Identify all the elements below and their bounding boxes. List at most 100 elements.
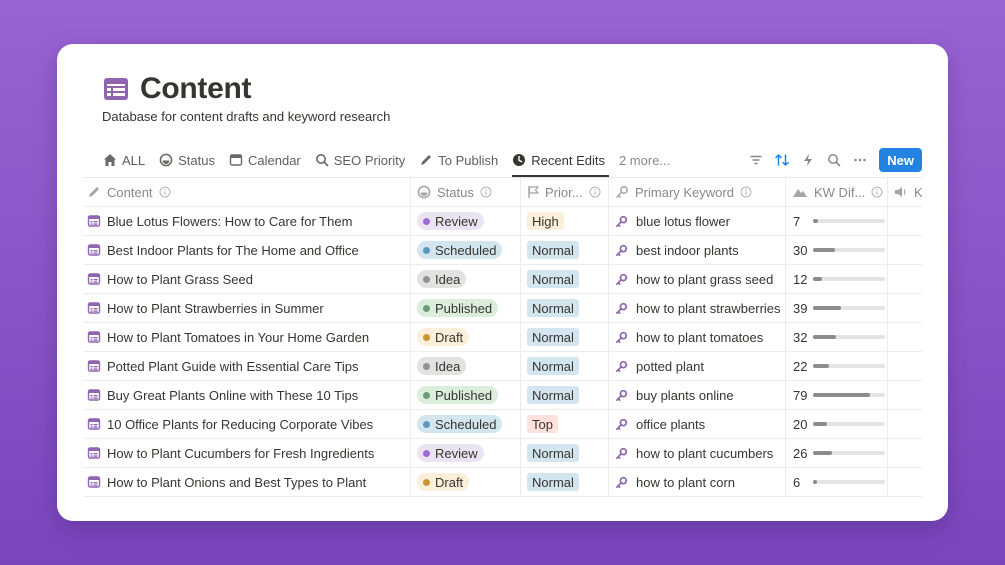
tab-calendar[interactable]: Calendar — [229, 145, 301, 175]
column-label: Content — [107, 184, 153, 200]
keyword-cell[interactable]: buy plants online — [609, 381, 786, 409]
kw-difficulty-cell[interactable]: 32 — [786, 323, 888, 351]
status-cell[interactable]: Draft — [411, 468, 521, 496]
table-row[interactable]: How to Plant Grass Seed Idea Normal how to … — [84, 265, 922, 294]
extra-cell[interactable] — [888, 352, 922, 380]
keyword-cell[interactable]: how to plant cucumbers — [609, 439, 786, 467]
keyword-cell[interactable]: potted plant — [609, 352, 786, 380]
column-header-status[interactable]: Status — [411, 178, 521, 206]
keyword-cell[interactable]: how to plant strawberries — [609, 294, 786, 322]
status-cell[interactable]: Published — [411, 294, 521, 322]
priority-cell[interactable]: Normal — [521, 439, 609, 467]
table-row[interactable]: How to Plant Tomatoes in Your Home Garde… — [84, 323, 922, 352]
priority-cell[interactable]: Normal — [521, 236, 609, 264]
status-cell[interactable]: Idea — [411, 352, 521, 380]
table-row[interactable]: How to Plant Onions and Best Types to Pl… — [84, 468, 922, 497]
more-views-button[interactable]: 2 more... — [619, 145, 670, 175]
extra-cell[interactable] — [888, 439, 922, 467]
new-button[interactable]: New — [879, 148, 922, 172]
page-header: Content — [102, 72, 252, 106]
kw-difficulty-cell[interactable]: 39 — [786, 294, 888, 322]
column-header-extra[interactable]: K — [888, 178, 922, 206]
extra-cell[interactable] — [888, 207, 922, 235]
extra-cell[interactable] — [888, 294, 922, 322]
status-cell[interactable]: Scheduled — [411, 410, 521, 438]
content-cell[interactable]: Potted Plant Guide with Essential Care T… — [84, 352, 411, 380]
more-options-button[interactable] — [847, 147, 873, 173]
content-cell[interactable]: Best Indoor Plants for The Home and Offi… — [84, 236, 411, 264]
extra-cell[interactable] — [888, 323, 922, 351]
content-cell[interactable]: 10 Office Plants for Reducing Corporate … — [84, 410, 411, 438]
keyword-cell[interactable]: how to plant grass seed — [609, 265, 786, 293]
priority-cell[interactable]: Normal — [521, 381, 609, 409]
table-row[interactable]: Potted Plant Guide with Essential Care T… — [84, 352, 922, 381]
flag-icon — [528, 186, 539, 198]
kw-difficulty-cell[interactable]: 7 — [786, 207, 888, 235]
priority-cell[interactable]: Normal — [521, 352, 609, 380]
info-icon — [159, 186, 171, 198]
keyword-text: how to plant grass seed — [636, 271, 774, 287]
tab-all[interactable]: ALL — [103, 145, 145, 175]
tab-recent-edits[interactable]: Recent Edits — [512, 145, 609, 177]
priority-cell[interactable]: Normal — [521, 323, 609, 351]
keyword-cell[interactable]: how to plant tomatoes — [609, 323, 786, 351]
priority-cell[interactable]: Top — [521, 410, 609, 438]
table-row[interactable]: Buy Great Plants Online with These 10 Ti… — [84, 381, 922, 410]
table-row[interactable]: Blue Lotus Flowers: How to Care for Them… — [84, 207, 922, 236]
kw-difficulty-cell[interactable]: 6 — [786, 468, 888, 496]
sort-button[interactable] — [769, 147, 795, 173]
database-card: Content Database for content drafts and … — [57, 44, 948, 521]
column-header-primary-keyword[interactable]: Primary Keyword — [609, 178, 786, 206]
status-cell[interactable]: Review — [411, 207, 521, 235]
column-header-kw-difficulty[interactable]: KW Dif... — [786, 178, 888, 206]
status-cell[interactable]: Review — [411, 439, 521, 467]
content-cell[interactable]: How to Plant Tomatoes in Your Home Garde… — [84, 323, 411, 351]
kw-difficulty-cell[interactable]: 20 — [786, 410, 888, 438]
status-cell[interactable]: Draft — [411, 323, 521, 351]
keyword-cell[interactable]: blue lotus flower — [609, 207, 786, 235]
kw-difficulty-bar-fill — [813, 422, 828, 426]
column-header-content[interactable]: Content — [84, 178, 411, 206]
extra-cell[interactable] — [888, 410, 922, 438]
kw-difficulty-cell[interactable]: 22 — [786, 352, 888, 380]
priority-cell[interactable]: Normal — [521, 294, 609, 322]
search-button[interactable] — [821, 147, 847, 173]
table-row[interactable]: Best Indoor Plants for The Home and Offi… — [84, 236, 922, 265]
filter-button[interactable] — [743, 147, 769, 173]
content-cell[interactable]: Blue Lotus Flowers: How to Care for Them — [84, 207, 411, 235]
tab-status[interactable]: Status — [159, 145, 215, 175]
extra-cell[interactable] — [888, 236, 922, 264]
tab-to-publish[interactable]: To Publish — [419, 145, 498, 175]
keyword-cell[interactable]: best indoor plants — [609, 236, 786, 264]
priority-cell[interactable]: High — [521, 207, 609, 235]
extra-cell[interactable] — [888, 381, 922, 409]
content-cell[interactable]: How to Plant Onions and Best Types to Pl… — [84, 468, 411, 496]
status-cell[interactable]: Idea — [411, 265, 521, 293]
priority-cell[interactable]: Normal — [521, 265, 609, 293]
kw-difficulty-bar — [813, 393, 885, 397]
automation-button[interactable] — [795, 147, 821, 173]
kw-difficulty-bar-fill — [813, 277, 822, 281]
kw-difficulty-cell[interactable]: 30 — [786, 236, 888, 264]
extra-cell[interactable] — [888, 468, 922, 496]
content-cell[interactable]: How to Plant Grass Seed — [84, 265, 411, 293]
content-cell[interactable]: How to Plant Cucumbers for Fresh Ingredi… — [84, 439, 411, 467]
keyword-cell[interactable]: how to plant corn — [609, 468, 786, 496]
column-label: Status — [437, 184, 474, 200]
keyword-cell[interactable]: office plants — [609, 410, 786, 438]
extra-cell[interactable] — [888, 265, 922, 293]
table-row[interactable]: 10 Office Plants for Reducing Corporate … — [84, 410, 922, 439]
priority-cell[interactable]: Normal — [521, 468, 609, 496]
content-cell[interactable]: Buy Great Plants Online with These 10 Ti… — [84, 381, 411, 409]
kw-difficulty-cell[interactable]: 26 — [786, 439, 888, 467]
status-cell[interactable]: Scheduled — [411, 236, 521, 264]
kw-difficulty-cell[interactable]: 79 — [786, 381, 888, 409]
content-cell[interactable]: How to Plant Strawberries in Summer — [84, 294, 411, 322]
tab-seo-priority[interactable]: SEO Priority — [315, 145, 405, 175]
status-cell[interactable]: Published — [411, 381, 521, 409]
filter-icon — [750, 155, 762, 165]
table-row[interactable]: How to Plant Strawberries in Summer Publi… — [84, 294, 922, 323]
kw-difficulty-cell[interactable]: 12 — [786, 265, 888, 293]
column-header-priority[interactable]: Prior... — [521, 178, 609, 206]
table-row[interactable]: How to Plant Cucumbers for Fresh Ingredi… — [84, 439, 922, 468]
